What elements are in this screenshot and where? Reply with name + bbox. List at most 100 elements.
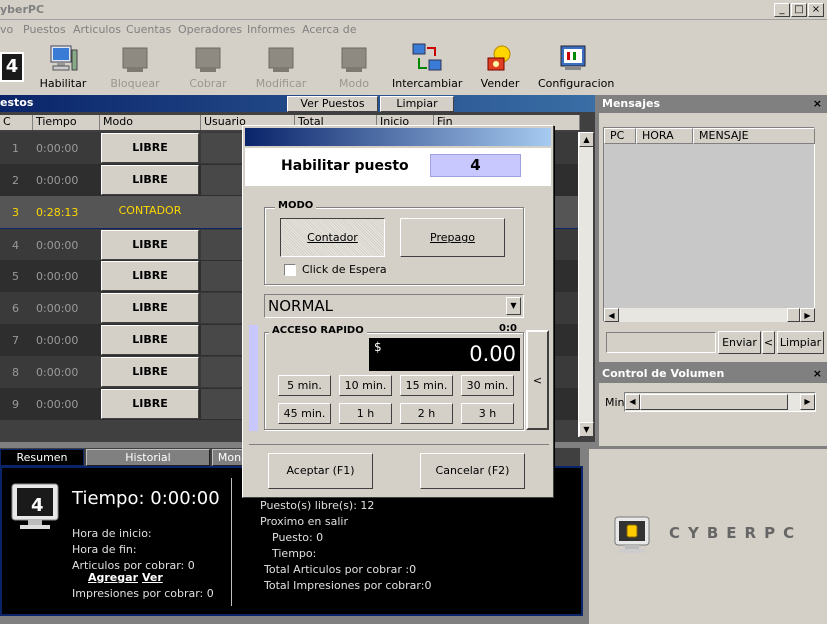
puesto-tiempo: 0:00:00 (36, 334, 79, 347)
puesto-modo[interactable]: LIBRE (101, 357, 199, 387)
puestos-scrollbar[interactable]: ▲ ▼ (578, 132, 594, 437)
summary-proximo: Proximo en salir (260, 515, 348, 528)
menu-cuentas[interactable]: Cuentas (126, 23, 171, 36)
puesto-modo[interactable]: LIBRE (101, 261, 199, 291)
tarifa-dropdown-icon[interactable]: ▼ (506, 297, 521, 315)
quick-30min-button[interactable]: 30 min. (461, 375, 514, 396)
habilitar-button[interactable]: Habilitar (28, 40, 98, 95)
puesto-modo[interactable]: LIBRE (101, 230, 199, 260)
summary-hora-fin: Hora de fin: (72, 543, 137, 556)
scroll-right-icon[interactable]: ▶ (800, 308, 815, 322)
puesto-tiempo: 0:00:00 (36, 270, 79, 283)
cancelar-button[interactable]: Cancelar (F2) (420, 453, 525, 489)
close-mensajes-icon[interactable]: × (813, 97, 822, 110)
ver-puestos-button[interactable]: Ver Puestos (287, 96, 378, 112)
puesto-modo[interactable]: LIBRE (101, 293, 199, 323)
modo-button[interactable]: Modo (319, 40, 389, 95)
click-espera-checkbox[interactable] (284, 264, 296, 276)
menu-puestos[interactable]: Puestos (23, 23, 66, 36)
minimize-button[interactable]: _ (774, 3, 790, 17)
puesto-usuario (201, 293, 246, 323)
prepago-button[interactable]: Prepago (400, 218, 505, 257)
aceptar-button[interactable]: Aceptar (F1) (268, 453, 373, 489)
volume-thumb[interactable] (640, 394, 788, 410)
puesto-modo[interactable]: LIBRE (101, 389, 199, 419)
scroll-down-icon[interactable]: ▼ (579, 422, 594, 437)
quick-1h-button[interactable]: 1 h (339, 403, 392, 424)
limpiar-mensajes-button[interactable]: Limpiar (777, 331, 824, 354)
menu-articulos[interactable]: Articulos (73, 23, 121, 36)
configuracion-button[interactable]: Configuracion (538, 40, 614, 95)
bloquear-button[interactable]: Bloquear (100, 40, 170, 95)
menu-archivo[interactable]: vo (0, 23, 13, 36)
click-espera-label[interactable]: Click de Espera (302, 263, 387, 276)
msg-col-pc[interactable]: PC (604, 128, 636, 144)
puesto-modo[interactable]: LIBRE (101, 325, 199, 355)
puesto-pc: 8 (12, 366, 19, 379)
scroll-up-icon[interactable]: ▲ (579, 132, 594, 147)
scroll-left-icon[interactable]: ◀ (604, 308, 619, 322)
habilitar-label: Habilitar (39, 77, 87, 90)
msg-scroll-thumb[interactable] (787, 308, 800, 322)
volumen-panel: Control de Volumen × Min ◀ ▶ (599, 366, 827, 446)
menu-informes[interactable]: Informes (247, 23, 295, 36)
quick-5min-button[interactable]: 5 min. (278, 375, 331, 396)
volume-slider[interactable]: ◀ ▶ (624, 392, 816, 412)
menu-acerca-de[interactable]: Acerca de (302, 23, 356, 36)
puesto-modo[interactable]: CONTADOR (101, 197, 199, 227)
acceso-label: ACCESO RAPIDO (269, 325, 367, 336)
col-modo[interactable]: Modo (100, 115, 201, 130)
puestos-title: estos (0, 96, 34, 109)
modificar-label: Modificar (255, 77, 307, 90)
puesto-tiempo: 0:00:00 (36, 174, 79, 187)
msg-col-hora[interactable]: HORA (636, 128, 693, 144)
quick-2h-button[interactable]: 2 h (400, 403, 453, 424)
modificar-button[interactable]: Modificar (246, 40, 316, 95)
intercambiar-button[interactable]: Intercambiar (392, 40, 462, 95)
quick-10min-button[interactable]: 10 min. (339, 375, 392, 396)
col-tiempo[interactable]: Tiempo (33, 115, 100, 130)
dialog-pc-number: 4 (430, 154, 521, 177)
summary-pc-number: 4 (31, 495, 44, 516)
agregar-link[interactable]: Agregar (88, 571, 138, 584)
puesto-tiempo: 0:00:00 (36, 366, 79, 379)
contador-button[interactable]: Contador (280, 218, 385, 257)
brand-name: CYBERPC (669, 524, 803, 542)
summary-impresiones: Impresiones por cobrar: 0 (72, 587, 214, 600)
quick-3h-button[interactable]: 3 h (461, 403, 514, 424)
maximize-button[interactable]: □ (791, 3, 807, 17)
mensajes-back-button[interactable]: < (762, 331, 775, 354)
acceso-side-button[interactable]: < (526, 330, 549, 430)
col-pc[interactable]: C (0, 115, 33, 130)
msg-hscrollbar[interactable]: ◀ ▶ (604, 308, 815, 322)
config-icon (560, 45, 586, 70)
tab-historial[interactable]: Historial (86, 449, 210, 466)
puesto-usuario (201, 261, 246, 291)
quick-45min-button[interactable]: 45 min. (278, 403, 331, 424)
volume-left-icon[interactable]: ◀ (625, 394, 640, 410)
msg-col-mensaje[interactable]: MENSAJE (693, 128, 815, 144)
puesto-modo[interactable]: LIBRE (101, 133, 199, 163)
puesto-modo[interactable]: LIBRE (101, 165, 199, 195)
mensajes-list[interactable]: PC HORA MENSAJE ◀ ▶ (603, 127, 815, 322)
close-button[interactable]: × (808, 3, 824, 17)
tarifa-select[interactable]: NORMAL ▼ (264, 294, 524, 318)
enviar-button[interactable]: Enviar (718, 331, 761, 354)
brand-lock-icon (614, 516, 650, 553)
puesto-pc: 1 (12, 142, 19, 155)
close-volumen-icon[interactable]: × (813, 367, 822, 380)
ver-link[interactable]: Ver (142, 571, 163, 584)
mensaje-input[interactable] (606, 332, 716, 353)
puesto-usuario (201, 325, 246, 355)
menu-operadores[interactable]: Operadores (178, 23, 242, 36)
limpiar-puestos-button[interactable]: Limpiar (380, 96, 454, 112)
vender-button[interactable]: Vender (465, 40, 535, 95)
volumen-header: Control de Volumen × (599, 366, 827, 383)
puesto-pc: 7 (12, 334, 19, 347)
volume-right-icon[interactable]: ▶ (800, 394, 815, 410)
tab-resumen[interactable]: Resumen (0, 449, 84, 466)
quick-15min-button[interactable]: 15 min. (400, 375, 453, 396)
cobrar-button[interactable]: Cobrar (173, 40, 243, 95)
puesto-usuario (201, 165, 246, 195)
habilitar-dialog: Habilitar puesto 4 MODO Contador Prepago… (242, 125, 554, 498)
